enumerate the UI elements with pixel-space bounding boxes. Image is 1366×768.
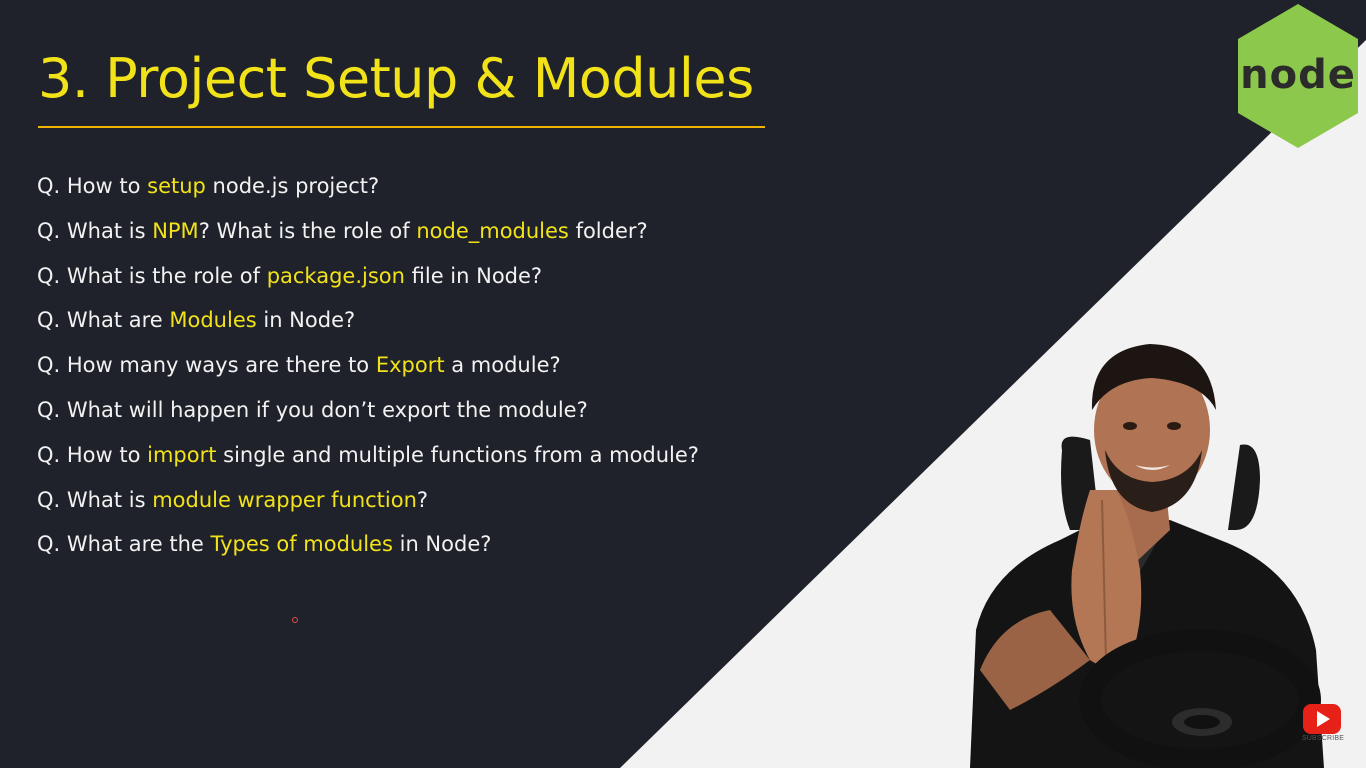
slide-title: 3. Project Setup & Modules bbox=[38, 47, 754, 110]
question-item: Q. How to setup node.js project? bbox=[37, 174, 380, 198]
presenter-photo bbox=[970, 344, 1324, 768]
question-item: Q. How to import single and multiple fun… bbox=[37, 442, 699, 467]
question-item: Q. What are Modules in Node? bbox=[37, 308, 356, 333]
question-item: Q. What are the Types of modules in Node… bbox=[37, 532, 492, 557]
question-item: Q. What is NPM? What is the role of node… bbox=[37, 218, 648, 243]
youtube-play-icon bbox=[1303, 704, 1341, 734]
cursor-pointer-icon bbox=[292, 617, 298, 623]
question-item: Q. What is the role of package.json file… bbox=[37, 263, 543, 288]
subscribe-label: SUBSCRIBE bbox=[1301, 735, 1345, 742]
subscribe-button[interactable]: SUBSCRIBE bbox=[1300, 704, 1346, 748]
question-item: Q. What will happen if you don’t export … bbox=[37, 397, 588, 422]
title-underline bbox=[38, 126, 765, 128]
question-list: Q. How to setup node.js project? Q. What… bbox=[37, 164, 699, 567]
node-logo-text: node bbox=[1240, 52, 1356, 98]
question-item: Q. How many ways are there to Export a m… bbox=[37, 353, 561, 378]
slide: 3. Project Setup & Modules Q. How to set… bbox=[0, 0, 1366, 768]
question-item: Q. What is module wrapper function? bbox=[37, 487, 429, 512]
nodejs-hexagon-icon: node bbox=[1238, 4, 1358, 148]
